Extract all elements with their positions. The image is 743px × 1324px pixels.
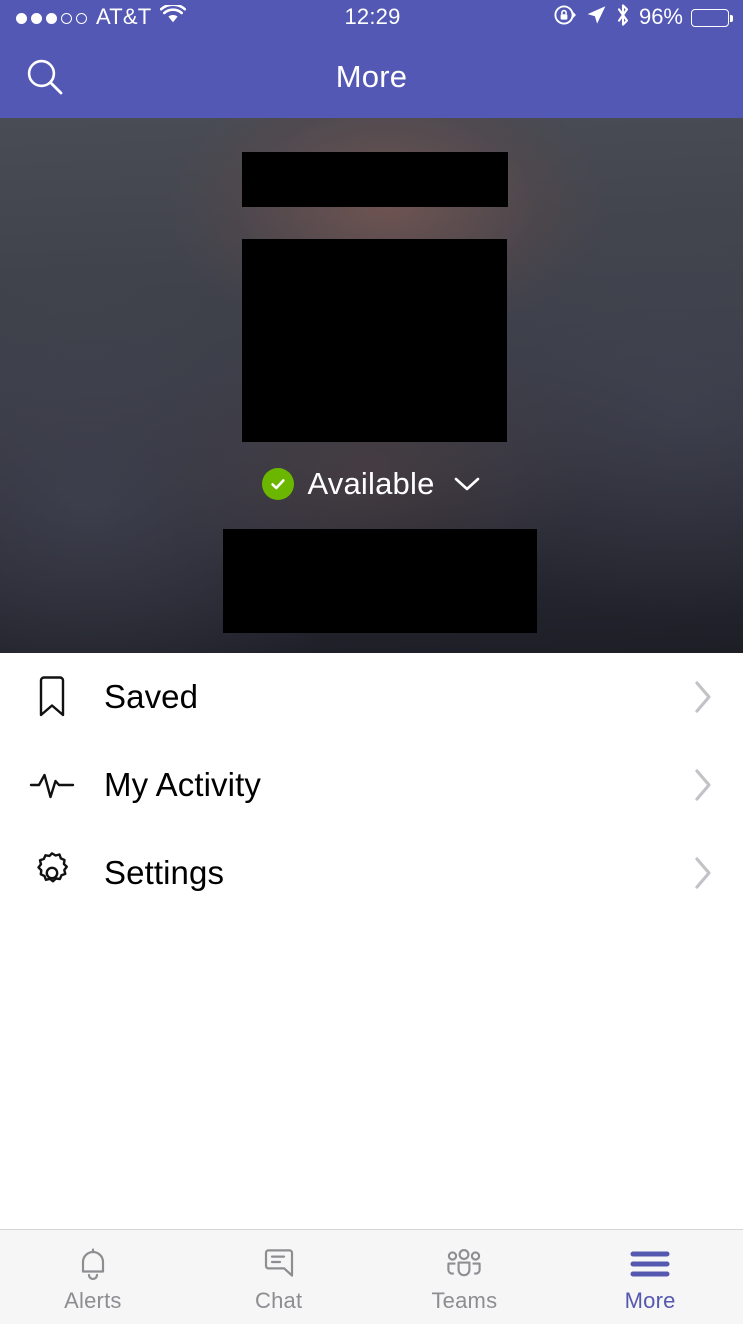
signal-dot-3 [46,13,57,24]
tab-chat[interactable]: Chat [186,1230,372,1324]
nav-bar: More [0,36,743,118]
chevron-down-icon [453,475,481,493]
redacted-display-name [242,152,508,207]
signal-dot-2 [31,13,42,24]
tab-label: Teams [431,1288,497,1314]
tab-label: Chat [255,1288,302,1314]
chevron-right-icon [693,768,713,802]
carrier-label: AT&T [96,6,151,30]
status-bar-right: 96% [401,3,729,33]
menu-item-label: Saved [104,678,693,716]
status-bar: AT&T 12:29 [0,0,743,36]
bell-icon [73,1244,113,1284]
check-circle-icon [262,468,294,500]
status-bar-left: AT&T [16,5,344,31]
chevron-right-icon [693,680,713,714]
hamburger-menu-icon [628,1244,672,1284]
battery-percent-label: 96% [639,6,683,30]
menu-item-label: Settings [104,854,693,892]
tab-alerts[interactable]: Alerts [0,1230,186,1324]
bottom-tab-bar: Alerts Chat [0,1229,743,1324]
presence-status-button[interactable]: Available [0,466,743,502]
menu-item-label: My Activity [104,766,693,804]
tab-label: More [625,1288,676,1314]
status-bar-clock: 12:29 [344,6,400,30]
battery-icon [691,9,729,27]
activity-pulse-icon [26,767,78,803]
presence-status-label: Available [307,466,434,502]
bluetooth-icon [615,3,631,33]
chevron-right-icon [693,856,713,890]
tab-label: Alerts [64,1288,121,1314]
wifi-icon [160,5,186,31]
gear-icon [26,850,78,896]
page-title: More [0,59,743,95]
rotation-lock-icon [553,3,577,33]
tab-more[interactable]: More [557,1230,743,1324]
signal-dot-5 [76,13,87,24]
settings-menu-list: Saved My Activity [0,653,743,1229]
redacted-email [223,529,537,633]
profile-hero: Available [0,118,743,653]
redacted-avatar [242,239,507,442]
teams-people-icon [442,1244,486,1284]
signal-strength-dots [16,13,87,24]
menu-item-settings[interactable]: Settings [0,829,743,917]
menu-item-my-activity[interactable]: My Activity [0,741,743,829]
menu-item-saved[interactable]: Saved [0,653,743,741]
location-arrow-icon [585,4,607,32]
tab-teams[interactable]: Teams [372,1230,558,1324]
chat-bubble-icon [259,1244,299,1284]
app-screen: AT&T 12:29 [0,0,743,1324]
signal-dot-4 [61,13,72,24]
bookmark-icon [26,674,78,720]
signal-dot-1 [16,13,27,24]
search-icon[interactable] [22,54,68,100]
